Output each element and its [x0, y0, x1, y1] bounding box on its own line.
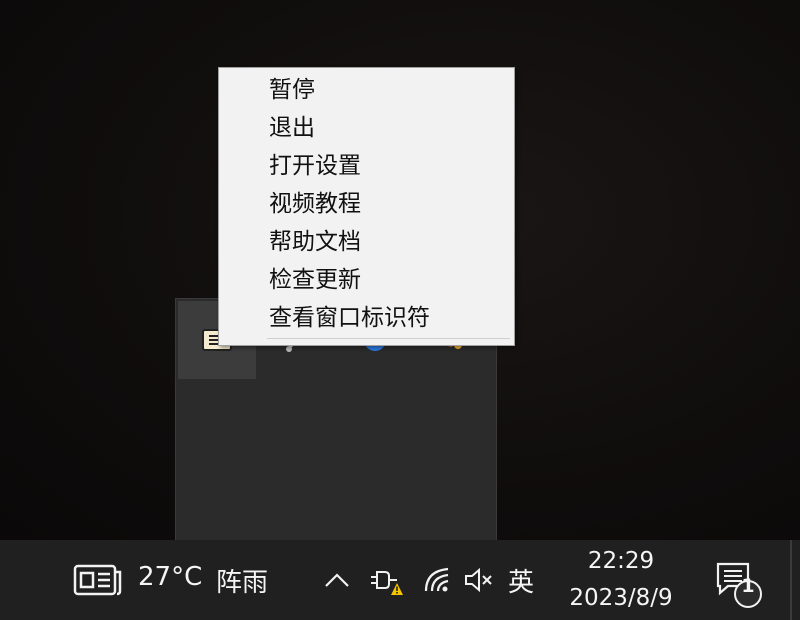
context-menu: 暂停 退出 打开设置 视频教程 帮助文档 检查更新 查看窗口标识符 [218, 67, 515, 346]
weather-temperature[interactable]: 27°C [138, 562, 202, 592]
taskbar: 27°C 阵雨 英 22:29 2023/8/9 1 [0, 540, 800, 620]
chevron-up-icon[interactable] [322, 564, 352, 596]
show-desktop-button[interactable] [790, 540, 792, 620]
volume-muted-icon[interactable] [462, 562, 496, 598]
power-warning-icon[interactable] [366, 562, 406, 598]
menu-item-exit[interactable]: 退出 [219, 109, 514, 147]
weather-condition[interactable]: 阵雨 [216, 562, 268, 599]
menu-item-open-settings[interactable]: 打开设置 [219, 147, 514, 185]
news-widget-icon[interactable] [72, 560, 124, 600]
menu-item-video-tutorial[interactable]: 视频教程 [219, 185, 514, 223]
menu-item-pause[interactable]: 暂停 [219, 71, 514, 109]
menu-separator [267, 338, 510, 339]
wifi-icon[interactable] [420, 562, 454, 598]
clock-time[interactable]: 22:29 [561, 548, 681, 574]
menu-item-check-updates[interactable]: 检查更新 [219, 261, 514, 299]
menu-item-help-docs[interactable]: 帮助文档 [219, 223, 514, 261]
ime-indicator[interactable]: 英 [508, 562, 534, 599]
notification-count-badge: 1 [741, 575, 755, 597]
clock-date[interactable]: 2023/8/9 [561, 585, 681, 611]
notification-icon[interactable]: 1 [712, 558, 768, 610]
menu-item-view-window-identifier[interactable]: 查看窗口标识符 [219, 299, 514, 337]
